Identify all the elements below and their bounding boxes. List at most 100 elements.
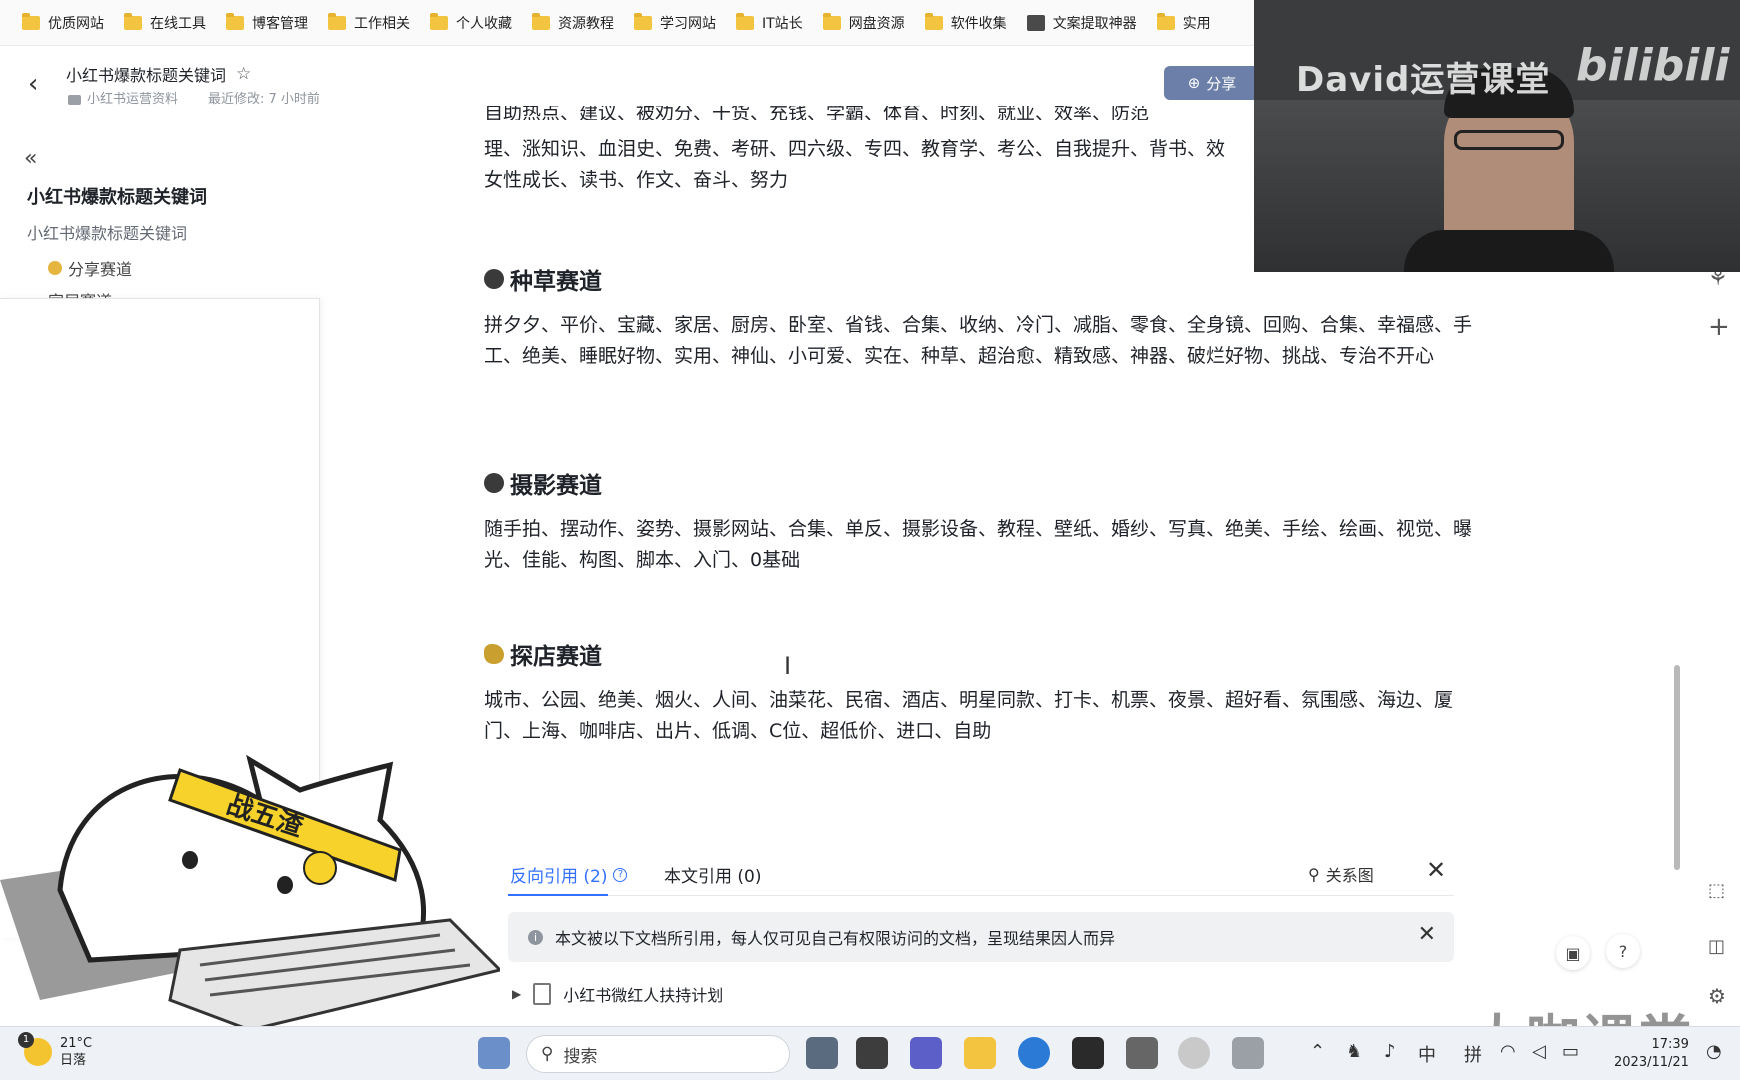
screenshot-icon[interactable]: ⬚ xyxy=(1708,880,1725,901)
graph-icon: ⚲ xyxy=(1308,864,1320,884)
folder-icon xyxy=(532,12,550,30)
weather-desc: 日落 xyxy=(60,1053,87,1068)
teams-icon[interactable] xyxy=(910,1037,942,1069)
bookmark-item[interactable]: 个人收藏 xyxy=(420,8,522,38)
ime-language[interactable]: 中 xyxy=(1418,1041,1436,1067)
sidebar-item-share[interactable]: 分享赛道 xyxy=(48,256,132,280)
taskbar: 1 21°C 日落 ⚲ 搜索 ⌃ ♞ ♪ 中 拼 ◠ ◁ ▭ 17:39 202… xyxy=(0,1026,1740,1080)
presenter-shirt xyxy=(1404,230,1614,272)
share-button[interactable]: ⊕ 分享 xyxy=(1164,66,1260,100)
bookmark-item[interactable]: 学习网站 xyxy=(624,8,726,38)
expand-triangle-icon[interactable]: ▶ xyxy=(512,987,521,1001)
references-tabs: 反向引用 (2) ? 本文引用 (0) ⚲ 关系图 ✕ xyxy=(508,856,1454,896)
collapse-sidebar-icon[interactable]: « xyxy=(24,146,37,171)
notification-bell-icon[interactable]: ◔ xyxy=(1706,1041,1722,1062)
scrollbar[interactable] xyxy=(1674,665,1680,870)
sidebar-item-home[interactable]: 家居赛道 xyxy=(48,288,112,298)
cat-eye xyxy=(277,876,293,894)
notification-badge: 1 xyxy=(18,1032,34,1048)
bookmark-item[interactable]: 软件收集 xyxy=(915,8,1017,38)
bookmark-label: 学习网站 xyxy=(660,15,716,32)
folder-icon xyxy=(736,12,754,30)
folder-icon xyxy=(924,12,943,30)
globe-icon: ⊕ xyxy=(1187,74,1201,92)
phone-link-icon[interactable] xyxy=(1232,1037,1264,1069)
relation-graph-button[interactable]: ⚲ 关系图 xyxy=(1308,862,1374,886)
right-toolbar: ⚘ + ⬚ ◫ ⚙ xyxy=(1686,250,1740,1030)
references-notice: i 本文被以下文档所引用，每人仅可见自己有权限访问的文档，呈现结果因人而异 ✕ xyxy=(508,912,1454,962)
doc-title: 小红书爆款标题关键词 xyxy=(66,66,227,85)
bookmark-label: 资源教程 xyxy=(558,15,614,32)
close-icon[interactable]: ✕ xyxy=(1426,856,1446,884)
bookmark-item[interactable]: 工作相关 xyxy=(318,8,420,38)
tab-backlinks[interactable]: 反向引用 (2) ? xyxy=(510,862,628,887)
gear-icon[interactable]: ⚙ xyxy=(1708,984,1726,1008)
doc-folder[interactable]: 小红书运营资料 xyxy=(68,88,178,107)
bookmark-item[interactable]: IT站长 xyxy=(726,8,813,38)
back-button[interactable]: ‹ xyxy=(28,71,52,97)
bookmark-label: 博客管理 xyxy=(252,15,308,32)
chevron-up-icon[interactable]: ⌃ xyxy=(1310,1041,1325,1062)
comment-icon[interactable]: ▣ xyxy=(1556,936,1590,970)
section-text: 拼夕夕、平价、宝藏、家居、厨房、卧室、省钱、合集、收纳、冷门、减脂、零食、全身镜… xyxy=(484,314,1473,367)
folder-icon xyxy=(430,12,448,30)
help-icon[interactable]: ? xyxy=(613,867,628,882)
ime-mode[interactable]: 拼 xyxy=(1464,1041,1482,1067)
close-icon[interactable]: ✕ xyxy=(1418,922,1436,947)
bookmark-item[interactable]: 在线工具 xyxy=(114,8,216,38)
sun-icon: 1 xyxy=(18,1032,52,1066)
bookmark-item[interactable]: 网盘资源 xyxy=(813,8,915,38)
text-cursor-icon: I xyxy=(784,652,792,680)
battery-icon[interactable]: ▭ xyxy=(1562,1041,1579,1062)
help-icon[interactable]: ? xyxy=(1606,934,1640,968)
star-icon[interactable]: ☆ xyxy=(236,64,251,84)
active-tab-indicator xyxy=(508,894,608,896)
store-icon[interactable] xyxy=(1072,1037,1104,1069)
file-explorer-icon[interactable] xyxy=(964,1037,996,1069)
bell xyxy=(303,851,337,885)
taskbar-search[interactable]: ⚲ 搜索 xyxy=(526,1035,790,1073)
bookmark-label: 优质网站 xyxy=(48,15,104,32)
bookmark-label: 工作相关 xyxy=(354,15,410,32)
app-icon xyxy=(1026,14,1045,31)
weather-text: 21°C 日落 xyxy=(60,1035,92,1069)
folder-icon xyxy=(328,12,346,30)
app-icon[interactable] xyxy=(1178,1037,1210,1069)
content-partial-line: 自助热点、建议、被劝分、干货、充钱、学霸、体育、时刻、就业、效率、防范 xyxy=(484,106,1150,120)
video-overlay: David运营课堂 bilibili xyxy=(1254,0,1740,272)
bilibili-logo: bilibili xyxy=(1576,40,1730,91)
section-text: 随手拍、摆动作、姿势、摄影网站、合集、单反、摄影设备、教程、壁纸、婚纱、写真、绝… xyxy=(484,518,1473,571)
video-title: David运营课堂 xyxy=(1296,60,1551,100)
bookmark-item[interactable]: 实用 xyxy=(1147,8,1221,38)
system-clock[interactable]: 17:39 2023/11/21 xyxy=(1614,1036,1689,1072)
apple-icon xyxy=(484,269,504,289)
sidebar-outline-root[interactable]: 小红书爆款标题关键词 xyxy=(27,220,187,244)
terminal-icon[interactable] xyxy=(856,1037,888,1069)
notepad-icon[interactable] xyxy=(1126,1037,1158,1069)
tab-citations[interactable]: 本文引用 (0) xyxy=(664,862,761,887)
search-icon: ⚲ xyxy=(541,1044,554,1064)
bookmark-item[interactable]: 博客管理 xyxy=(216,8,318,38)
weather-widget[interactable]: 1 21°C 日落 xyxy=(18,1032,92,1069)
microphone-icon[interactable]: ♪ xyxy=(1384,1041,1396,1062)
corn-icon xyxy=(484,644,504,664)
add-icon[interactable]: + xyxy=(1708,312,1730,342)
start-menu-icon[interactable] xyxy=(478,1037,510,1069)
volume-icon[interactable]: ◁ xyxy=(1532,1041,1546,1062)
tray-app-icon[interactable]: ♞ xyxy=(1346,1041,1362,1062)
bookmark-item[interactable]: 文案提取神器 xyxy=(1017,8,1147,38)
edge-browser-icon[interactable] xyxy=(1018,1037,1050,1069)
temperature: 21°C xyxy=(60,1036,93,1051)
sidebar-title[interactable]: 小红书爆款标题关键词 xyxy=(27,183,207,209)
folder-icon xyxy=(226,12,244,30)
folder-icon xyxy=(822,12,841,30)
pre-app-icon[interactable] xyxy=(806,1037,838,1069)
wifi-icon[interactable]: ◠ xyxy=(1500,1041,1516,1062)
info-icon: i xyxy=(528,929,543,945)
folder-icon xyxy=(634,12,652,30)
bookmark-label: 文案提取神器 xyxy=(1052,15,1137,32)
reference-list-item[interactable]: ▶ 小红书微红人扶持计划 xyxy=(512,982,723,1006)
panel-icon[interactable]: ◫ xyxy=(1708,936,1725,957)
bookmark-item[interactable]: 优质网站 xyxy=(12,8,114,38)
bookmark-item[interactable]: 资源教程 xyxy=(522,8,624,38)
